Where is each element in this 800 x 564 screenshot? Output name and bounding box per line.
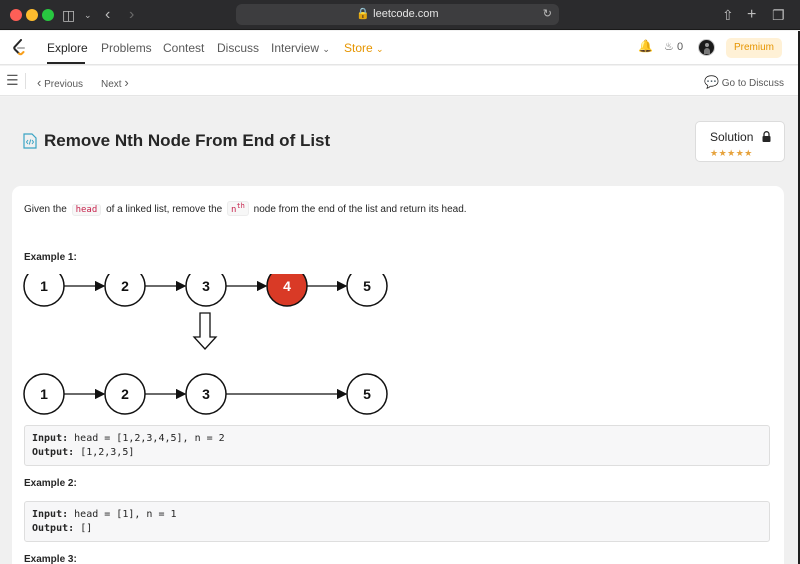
go-to-discuss-button[interactable]: 💬 Go to Discuss xyxy=(704,75,784,89)
next-label: Next xyxy=(101,79,122,90)
list-after: 1 2 3 5 xyxy=(23,373,388,415)
forward-icon[interactable]: › xyxy=(129,5,134,25)
leetcode-logo-icon[interactable] xyxy=(12,39,26,56)
new-tab-icon[interactable]: + xyxy=(747,5,756,25)
output-label: Output: xyxy=(32,447,75,458)
code-th: th xyxy=(236,202,245,210)
input-value: head = [1], n = 1 xyxy=(74,509,177,520)
example-1-code: Input: head = [1,2,3,4,5], n = 2 Output:… xyxy=(24,425,770,466)
tab-overview-icon[interactable]: ❐ xyxy=(772,5,785,25)
sidebar-toggle-icon[interactable]: ◫ xyxy=(62,5,75,25)
url-text: leetcode.com xyxy=(373,8,439,20)
example-1-label: Example 1: xyxy=(24,252,77,263)
linked-list-diagram: 1 2 3 4 5 1 2 3 5 xyxy=(23,274,388,415)
solution-label: Solution xyxy=(710,130,754,144)
node-label: 2 xyxy=(121,386,129,402)
menu-icon[interactable]: ☰ xyxy=(6,72,19,89)
previous-label: Previous xyxy=(44,79,84,90)
coins-counter[interactable]: ♨ 0 xyxy=(664,40,683,53)
close-window-button[interactable] xyxy=(10,9,22,21)
output-value: [1,2,3,5] xyxy=(80,447,135,458)
nav-explore[interactable]: Explore xyxy=(47,41,88,55)
node-label: 5 xyxy=(363,386,371,402)
description-text: of a linked list, remove the xyxy=(106,204,223,215)
chevron-left-icon: ‹ xyxy=(37,75,42,90)
example-3-label: Example 3: xyxy=(24,554,77,564)
code-file-icon xyxy=(23,133,37,149)
minimize-window-button[interactable] xyxy=(26,9,38,21)
code-nth: nth xyxy=(227,201,249,216)
nav-contest[interactable]: Contest xyxy=(163,41,204,55)
output-label: Output: xyxy=(32,523,75,534)
next-button[interactable]: Next › xyxy=(101,75,129,90)
node-label: 1 xyxy=(40,278,48,294)
node-label: 5 xyxy=(363,278,371,294)
nav-store[interactable]: Store ⌄ xyxy=(344,41,384,55)
previous-button[interactable]: ‹ Previous xyxy=(37,75,83,90)
coins-value: 0 xyxy=(676,41,684,53)
input-label: Input: xyxy=(32,433,69,444)
chevron-down-icon[interactable]: ⌄ xyxy=(84,5,92,25)
example-2-label: Example 2: xyxy=(24,478,77,489)
nav-problems[interactable]: Problems xyxy=(101,41,152,55)
solution-button[interactable]: Solution ★★★★★ xyxy=(695,121,785,162)
nav-interview-label: Interview xyxy=(271,41,320,55)
list-before: 1 2 3 4 5 xyxy=(23,274,388,307)
discuss-label: Go to Discuss xyxy=(721,78,784,89)
chevron-down-icon: ⌄ xyxy=(376,44,384,54)
problem-toolbar: ☰ ‹ Previous Next › 💬 Go to Discuss xyxy=(0,66,798,96)
input-value: head = [1,2,3,4,5], n = 2 xyxy=(74,433,225,444)
back-icon[interactable]: ‹ xyxy=(105,5,110,25)
browser-toolbar: ◫ ⌄ ‹ › 🔒 leetcode.com ↻ ⇧ + ❐ xyxy=(0,0,800,30)
nav-active-indicator xyxy=(47,62,85,64)
problem-card: Given the head of a linked list, remove … xyxy=(12,186,784,564)
divider xyxy=(25,73,26,89)
node-label: 4 xyxy=(283,278,291,294)
code-head: head xyxy=(71,204,102,216)
address-bar[interactable]: 🔒 leetcode.com ↻ xyxy=(236,4,559,25)
node-label: 3 xyxy=(202,278,210,294)
page-title: Remove Nth Node From End of List xyxy=(44,131,331,150)
down-arrow-icon xyxy=(192,312,218,350)
site-navbar: Explore Problems Contest Discuss Intervi… xyxy=(0,31,798,65)
notification-bell-icon[interactable]: 🔔 xyxy=(638,39,653,53)
nav-interview[interactable]: Interview ⌄ xyxy=(271,41,330,55)
output-value: [] xyxy=(80,523,93,534)
node-label: 2 xyxy=(121,278,129,294)
input-label: Input: xyxy=(32,509,69,520)
chevron-down-icon: ⌄ xyxy=(322,44,330,54)
discuss-bubble-icon: 💬 xyxy=(704,75,719,89)
premium-button[interactable]: Premium xyxy=(726,38,782,58)
node-label: 3 xyxy=(202,386,210,402)
nav-discuss[interactable]: Discuss xyxy=(217,41,259,55)
lock-icon: 🔒 xyxy=(356,8,371,20)
node-label: 1 xyxy=(40,386,48,402)
lock-icon xyxy=(762,131,771,142)
chevron-right-icon: › xyxy=(124,75,129,90)
example-2-code: Input: head = [1], n = 1 Output: [] xyxy=(24,501,770,542)
share-icon[interactable]: ⇧ xyxy=(722,5,734,25)
description-text: Given the xyxy=(24,204,67,215)
nav-store-label: Store xyxy=(344,41,373,55)
rating-stars: ★★★★★ xyxy=(710,148,753,158)
zoom-window-button[interactable] xyxy=(42,9,54,21)
reload-icon[interactable]: ↻ xyxy=(543,7,552,20)
main-content: Remove Nth Node From End of List Solutio… xyxy=(0,97,798,564)
avatar[interactable] xyxy=(698,39,715,56)
description-text: node from the end of the list and return… xyxy=(253,204,467,215)
problem-description: Given the head of a linked list, remove … xyxy=(24,201,467,216)
fire-icon: ♨ xyxy=(664,41,674,53)
